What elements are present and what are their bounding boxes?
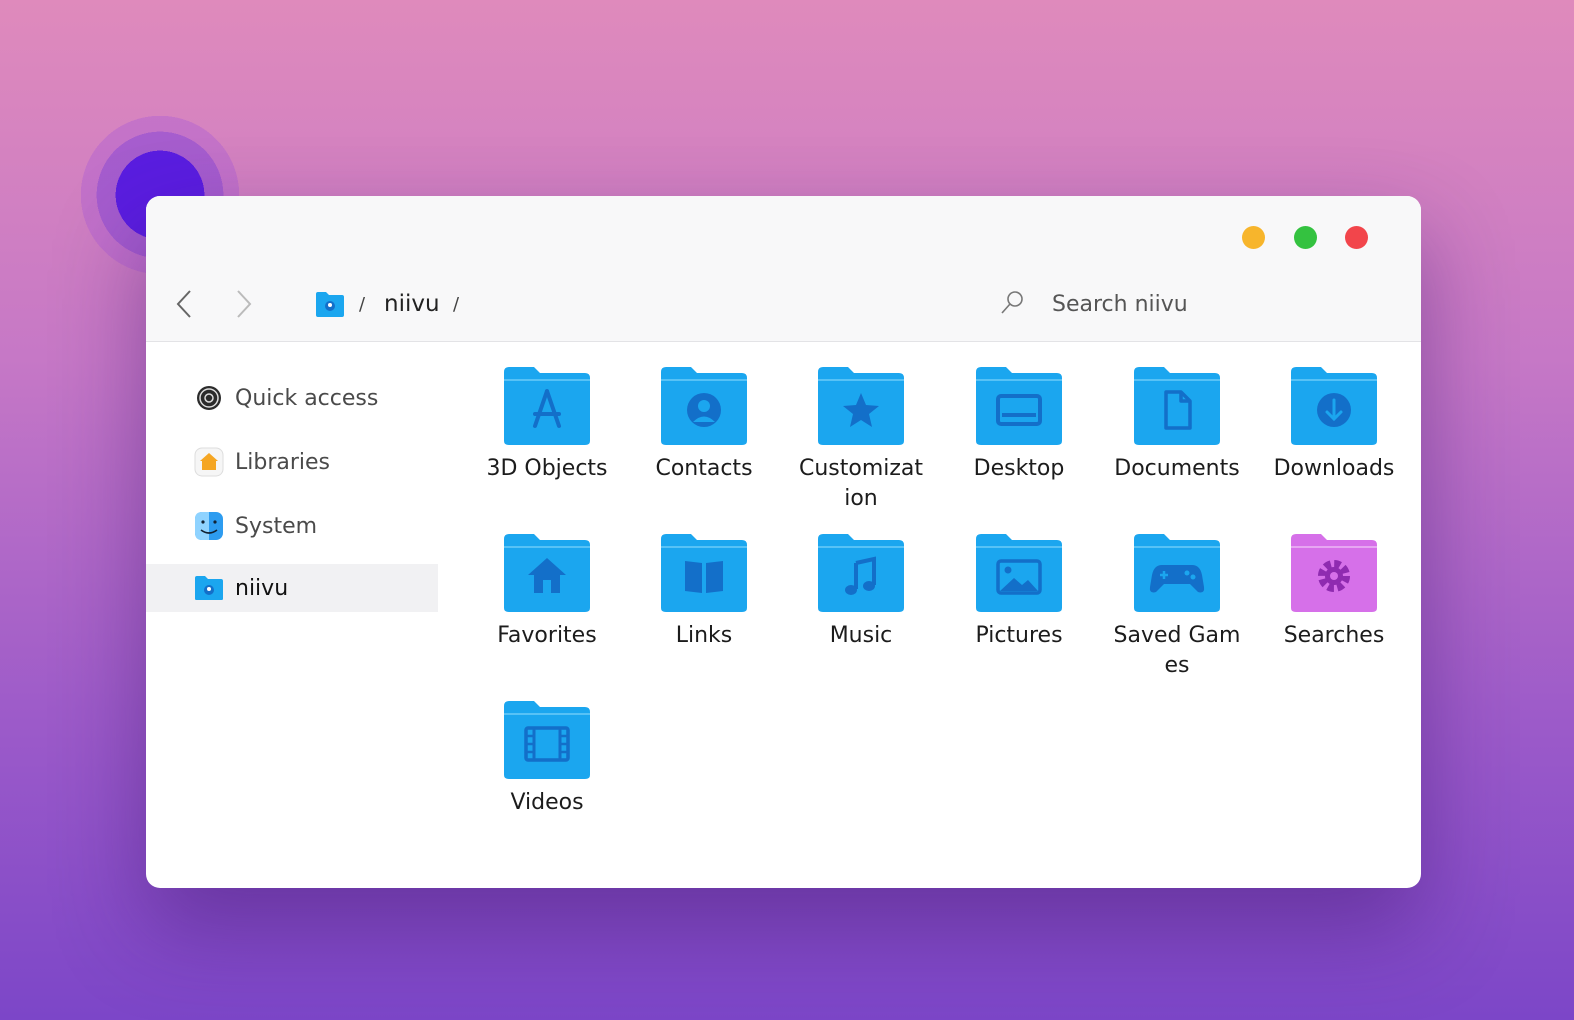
search-icon[interactable] [997,288,1027,318]
sidebar-item-system[interactable]: System [146,502,438,550]
quick-access-icon [194,383,224,413]
download-icon [1291,367,1377,445]
folder-label: 3D Objects [486,456,608,481]
libraries-home-icon [194,447,224,477]
star-icon [818,367,904,445]
folder-pictures[interactable]: Pictures [948,533,1090,683]
file-explorer-window: / niivu / Search niivu Quick access Libr… [146,196,1421,888]
person-icon [661,367,747,445]
film-icon [504,701,590,779]
picture-icon [976,534,1062,612]
folder-label: Customizat ion [798,456,924,511]
folder-label: Videos [510,790,584,815]
maximize-button[interactable] [1294,226,1317,249]
gamepad-icon [1134,534,1220,612]
minimize-button[interactable] [1242,226,1265,249]
gear-icon [1291,534,1377,612]
finder-face-icon [194,511,224,541]
folder-links[interactable]: Links [633,533,775,683]
folder-label: Saved Games [1113,623,1241,678]
folder-searches[interactable]: Searches [1263,533,1405,683]
book-icon [661,534,747,612]
folder-label: Documents [1114,456,1240,481]
breadcrumb-separator: / [453,293,460,315]
folder-documents[interactable]: Documents [1106,366,1248,516]
sidebar: Quick access Libraries System niivu [146,342,446,888]
folder-3d-objects[interactable]: 3D Objects [476,366,618,516]
close-button[interactable] [1345,226,1368,249]
folder-saved-games[interactable]: Saved Games [1106,533,1248,683]
folder-customization[interactable]: Customizat ion [790,366,932,516]
breadcrumb-current[interactable]: niivu [384,290,440,318]
sidebar-item-libraries[interactable]: Libraries [146,438,438,486]
back-button[interactable] [172,289,198,319]
folder-label: Downloads [1273,456,1395,481]
desktop-icon [976,367,1062,445]
folder-label: Contacts [655,456,753,481]
folder-label: Favorites [497,623,597,648]
music-note-icon [818,534,904,612]
sidebar-item-niivu[interactable]: niivu [146,564,438,612]
home-icon [504,534,590,612]
app-store-icon [504,367,590,445]
file-grid: 3D Objects Contacts Customizat ion Deskt… [476,366,1406,866]
sidebar-item-label: Quick access [235,385,379,411]
folder-label: Searches [1283,623,1385,648]
user-folder-icon [194,573,224,603]
title-bar: / niivu / Search niivu [146,196,1421,342]
sidebar-item-label: niivu [235,575,289,601]
chevron-right-icon [237,290,252,318]
folder-favorites[interactable]: Favorites [476,533,618,683]
folder-label: Pictures [975,623,1063,648]
folder-label: Music [829,623,893,648]
breadcrumb-separator: / [359,293,366,315]
breadcrumb-folder-icon[interactable] [314,290,346,318]
sidebar-item-label: Libraries [235,449,331,475]
folder-videos[interactable]: Videos [476,700,618,850]
folder-contacts[interactable]: Contacts [633,366,775,516]
sidebar-item-label: System [235,513,318,539]
folder-label: Links [675,623,733,648]
folder-label: Desktop [973,456,1065,481]
folder-music[interactable]: Music [790,533,932,683]
sidebar-item-quick-access[interactable]: Quick access [146,374,438,422]
document-icon [1134,367,1220,445]
folder-downloads[interactable]: Downloads [1263,366,1405,516]
folder-desktop[interactable]: Desktop [948,366,1090,516]
chevron-left-icon [176,290,191,318]
search-input[interactable]: Search niivu [1052,289,1188,319]
forward-button[interactable] [230,289,256,319]
